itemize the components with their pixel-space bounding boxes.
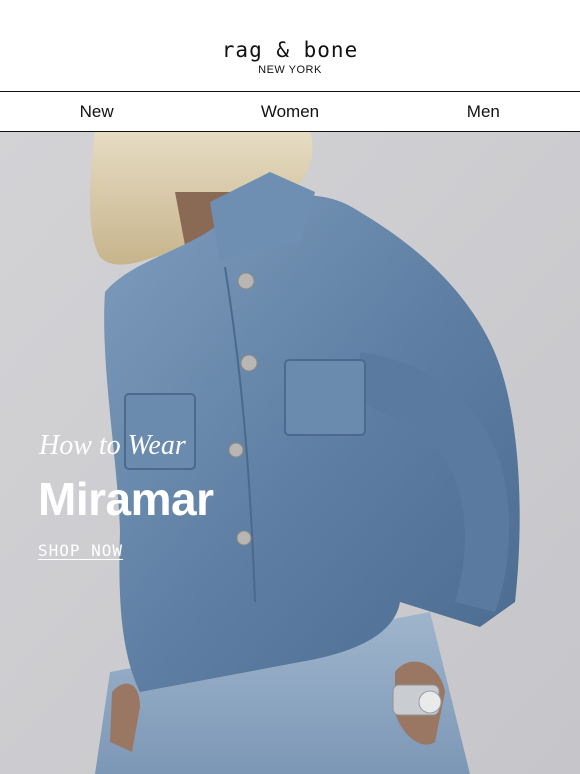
nav-item-men[interactable]: Men (387, 92, 580, 131)
nav-item-new[interactable]: New (0, 92, 193, 131)
hero-kicker: How to Wear (39, 430, 186, 461)
hero-banner[interactable]: How to Wear Miramar SHOP NOW (0, 132, 580, 774)
shop-now-link[interactable]: SHOP NOW (38, 541, 123, 560)
email-header: rag & bone NEW YORK (0, 0, 580, 91)
brand-logo[interactable]: rag & bone (0, 38, 580, 62)
hero-headline: Miramar (38, 473, 214, 525)
top-nav: New Women Men (0, 91, 580, 132)
nav-item-women[interactable]: Women (193, 92, 386, 131)
brand-sublogo: NEW YORK (258, 64, 322, 76)
